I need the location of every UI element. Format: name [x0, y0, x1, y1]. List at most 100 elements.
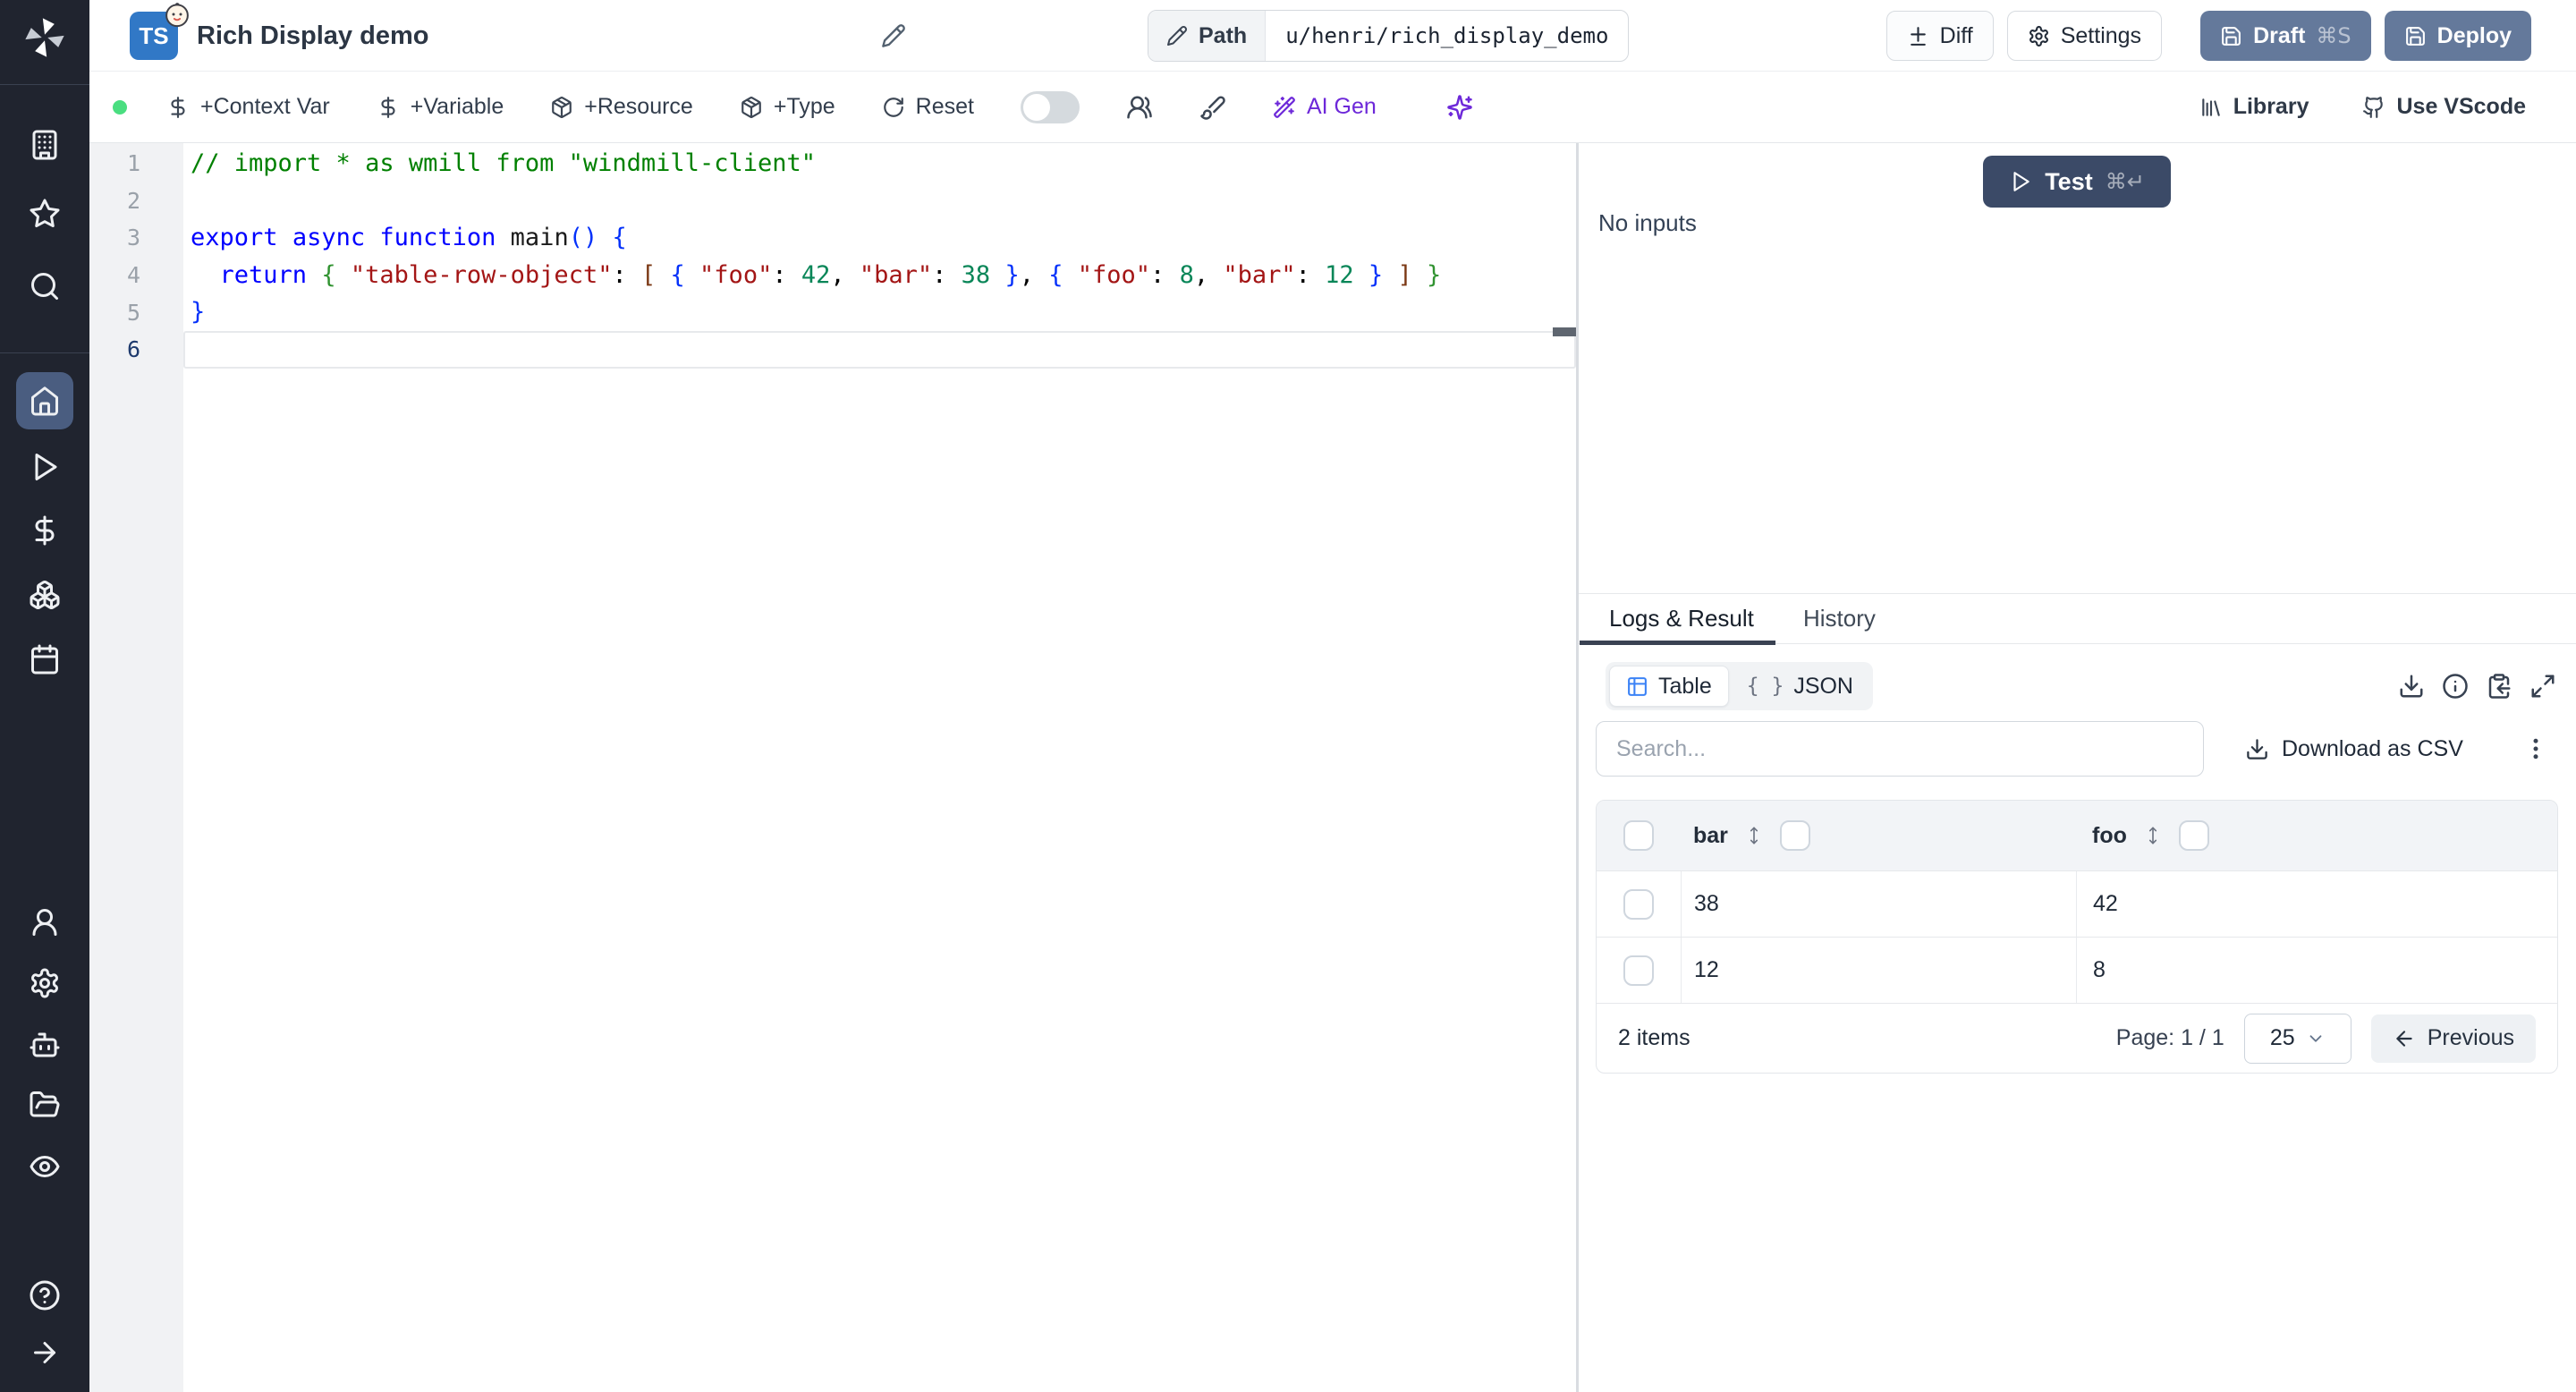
settings-gear-icon[interactable] — [29, 967, 61, 999]
path-label: Path — [1148, 11, 1267, 61]
test-label: Test — [2045, 167, 2093, 195]
folder-open-icon[interactable] — [29, 1089, 61, 1121]
add-context-var-label: +Context Var — [200, 94, 330, 119]
boxes-icon[interactable] — [29, 579, 61, 611]
toolbar-right: Library Use VScode — [2199, 94, 2526, 120]
eye-icon[interactable] — [29, 1150, 61, 1183]
row-checkbox[interactable] — [1623, 888, 1654, 920]
arrow-left-icon — [2396, 1030, 2412, 1047]
more-options-kebab-icon[interactable] — [2522, 730, 2549, 768]
code-line-content[interactable]: return { "table-row-object": [ { "foo": … — [183, 257, 1576, 294]
magic-wand-icon — [1274, 96, 1295, 118]
info-icon[interactable] — [2442, 673, 2469, 700]
previous-label: Previous — [2427, 1025, 2514, 1050]
title-bar-actions: Diff Settings Draft ⌘S Deploy — [1885, 11, 2531, 61]
use-vscode-button[interactable]: Use VScode — [2362, 94, 2526, 120]
download-icon[interactable] — [2398, 673, 2425, 700]
code-line[interactable]: 3 export async function main() { — [89, 219, 1576, 257]
dollar-icon[interactable] — [29, 514, 61, 547]
ai-gen-label: AI Gen — [1306, 94, 1377, 119]
gear-icon — [2029, 25, 2048, 47]
settings-label: Settings — [2060, 22, 2142, 48]
code-line-content[interactable]: export async function main() { — [183, 219, 1576, 257]
draft-shortcut: ⌘S — [2316, 23, 2351, 48]
code-line-content[interactable] — [183, 330, 1576, 369]
table-row[interactable]: 38 42 — [1597, 870, 2557, 937]
code-line[interactable]: 4 return { "table-row-object": [ { "foo"… — [89, 257, 1576, 294]
star-icon[interactable] — [29, 198, 61, 230]
page-size-select[interactable]: 25 — [2243, 1013, 2351, 1064]
diff-label: Diff — [1939, 22, 1973, 48]
code-editor[interactable]: 1 // import * as wmill from "windmill-cli… — [89, 143, 1576, 1392]
page-indicator: Page: 1 / 1 — [2115, 1025, 2224, 1050]
previous-page-button[interactable]: Previous — [2370, 1014, 2536, 1063]
calendar-icon[interactable] — [29, 643, 61, 675]
help-circle-icon[interactable] — [29, 1279, 61, 1311]
code-line-content[interactable] — [183, 182, 1576, 220]
sparkles-icon[interactable] — [1446, 94, 1473, 121]
toolbar-tools: +Context Var +Variable +Resource +Type R… — [166, 90, 1473, 123]
diff-button[interactable]: Diff — [1885, 11, 1994, 61]
reset-icon — [883, 97, 903, 117]
diff-mode-toggle[interactable] — [1020, 90, 1080, 123]
column-header-foo[interactable]: foo — [2092, 823, 2127, 849]
code-line[interactable]: 5} — [89, 293, 1576, 331]
page-title: Rich Display demo — [197, 21, 429, 50]
expand-icon[interactable] — [2529, 673, 2556, 700]
building-icon[interactable] — [29, 129, 61, 161]
status-dot — [113, 99, 127, 115]
active-tab-underline — [1580, 641, 1775, 645]
reset-button[interactable]: Reset — [882, 94, 974, 120]
select-all-checkbox[interactable] — [1623, 820, 1654, 851]
row-checkbox[interactable] — [1623, 955, 1654, 986]
column-header-bar[interactable]: bar — [1693, 823, 1728, 849]
table-footer: 2 items Page: 1 / 1 25 Previous — [1597, 1003, 2557, 1073]
add-type-button[interactable]: +Type — [740, 94, 835, 120]
collapse-arrow-icon[interactable] — [29, 1337, 61, 1369]
add-context-var-button[interactable]: +Context Var — [166, 94, 330, 120]
play-icon[interactable] — [29, 451, 61, 483]
deploy-label: Deploy — [2436, 22, 2512, 48]
draft-button[interactable]: Draft ⌘S — [2200, 11, 2371, 61]
sort-icon[interactable] — [1742, 824, 1766, 847]
github-cat-icon — [2363, 96, 2384, 118]
add-variable-button[interactable]: +Variable — [377, 94, 504, 120]
edit-summary-pencil-icon[interactable] — [881, 23, 906, 48]
search-input[interactable] — [1596, 721, 2204, 777]
test-button[interactable]: Test ⌘↵ — [1983, 156, 2171, 208]
page-size-value: 25 — [2269, 1025, 2295, 1050]
format-brush-icon[interactable] — [1199, 94, 1226, 121]
library-button[interactable]: Library — [2199, 94, 2309, 120]
users-icon[interactable] — [1126, 94, 1153, 121]
table-row[interactable]: 12 8 — [1597, 937, 2557, 1003]
windmill-logo-icon[interactable] — [21, 14, 68, 61]
settings-button[interactable]: Settings — [2006, 11, 2163, 61]
path-control[interactable]: Path u/henri/rich_display_demo — [1148, 10, 1630, 62]
code-line[interactable]: 1 // import * as wmill from "windmill-cli… — [89, 145, 1576, 182]
sort-icon[interactable] — [2141, 824, 2165, 847]
deploy-button[interactable]: Deploy — [2384, 11, 2531, 61]
column-filter-checkbox[interactable] — [2178, 820, 2209, 851]
result-tabs: Logs & Result History — [1579, 593, 2576, 645]
tab-history[interactable]: History — [1803, 594, 1876, 643]
path-value[interactable]: u/henri/rich_display_demo — [1266, 11, 1628, 61]
user-icon[interactable] — [29, 906, 61, 938]
download-csv-button[interactable]: Download as CSV — [2245, 726, 2463, 771]
code-line[interactable]: 2 — [89, 182, 1576, 220]
code-line[interactable]: 6 — [89, 330, 1576, 369]
sidebar-item-home[interactable] — [16, 372, 73, 429]
code-line-content[interactable]: } — [183, 293, 1576, 331]
robot-icon[interactable] — [29, 1029, 61, 1061]
view-json-button[interactable]: { } JSON — [1731, 666, 1869, 707]
tab-logs-result[interactable]: Logs & Result — [1609, 594, 1754, 643]
copy-clipboard-icon[interactable] — [2486, 673, 2512, 700]
ai-gen-button[interactable]: AI Gen — [1273, 94, 1377, 120]
column-filter-checkbox[interactable] — [1779, 820, 1810, 851]
code-line-content[interactable]: // import * as wmill from "windmill-clie… — [183, 145, 1576, 182]
view-table-button[interactable]: Table — [1609, 666, 1729, 707]
code-lines: 1 // import * as wmill from "windmill-cli… — [89, 145, 1576, 369]
add-resource-button[interactable]: +Resource — [550, 94, 693, 120]
search-icon[interactable] — [29, 270, 61, 302]
cell-bar: 12 — [1681, 938, 2076, 1003]
chevron-down-icon — [2309, 1034, 2322, 1042]
